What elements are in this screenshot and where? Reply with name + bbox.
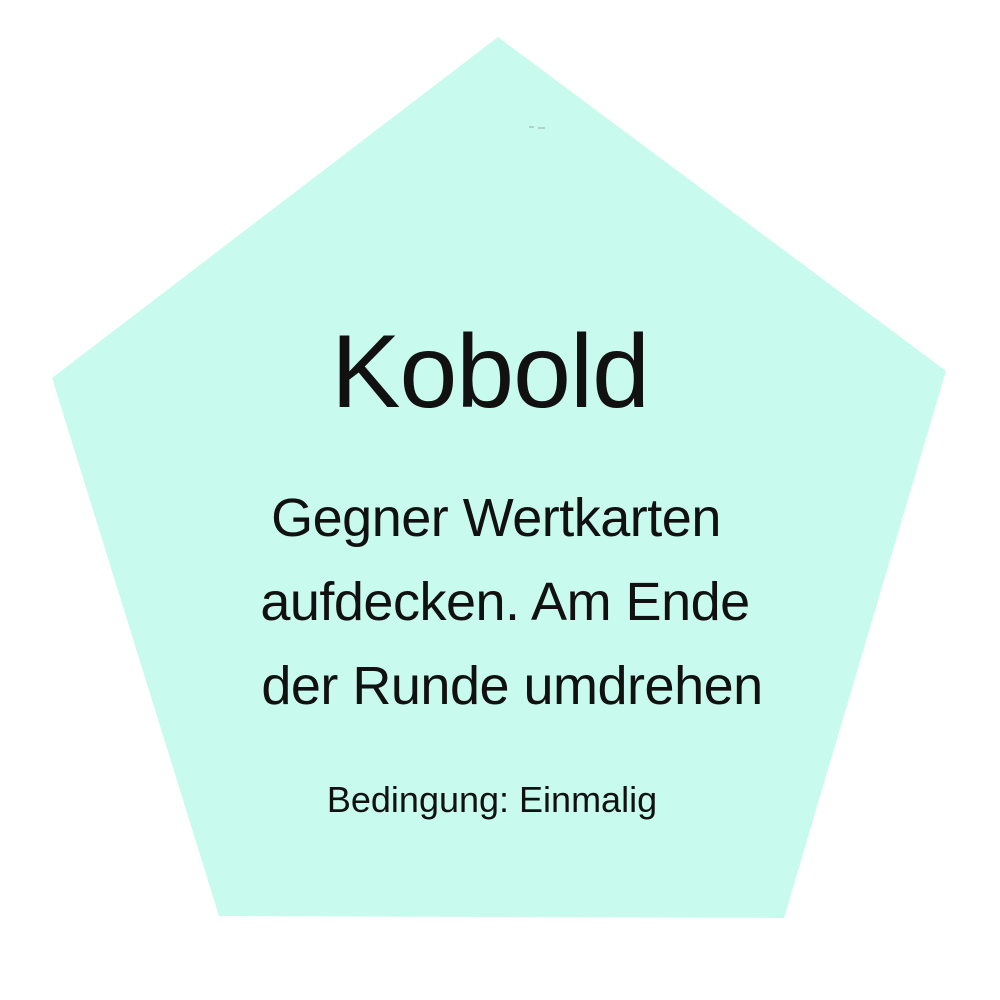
speck-mark — [529, 126, 545, 129]
card-condition: Bedingung: Einmalig — [326, 779, 658, 820]
card-description-line-1: Gegner Wertkarten — [271, 488, 721, 548]
card-description-line-3: der Runde umdrehen — [261, 656, 763, 716]
card-title: Kobold — [331, 314, 650, 430]
card-canvas: Kobold Gegner Wertkarten aufdecken. Am E… — [0, 0, 1000, 1000]
card-description-line-2: aufdecken. Am Ende — [260, 572, 750, 632]
